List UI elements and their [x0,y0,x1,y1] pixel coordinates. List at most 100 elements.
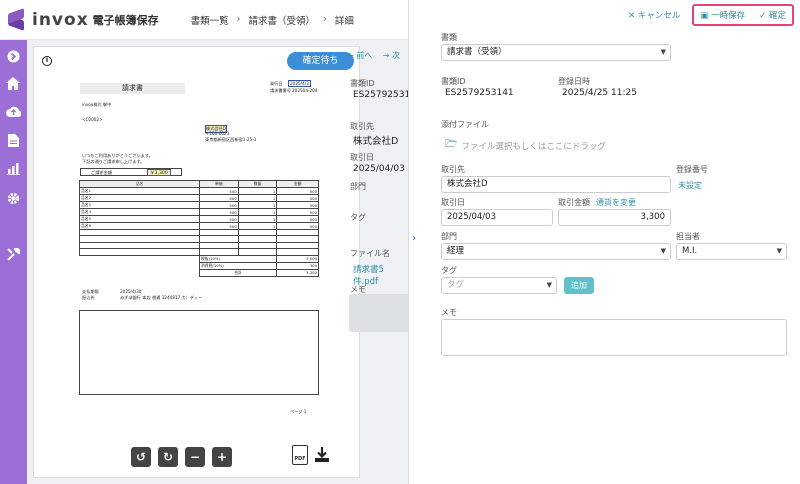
cloud-upload-icon[interactable] [5,103,21,119]
dept-select[interactable]: 経理 ▼ [441,243,671,260]
doc-subtotal: 3,000 [276,254,319,263]
doc-cell: 500 [199,187,239,195]
doc-code: <C0002> [82,117,103,122]
doc-cell: 500 [276,201,319,209]
doc-greeting-2: 下記の通りご請求申し上げます。 [82,159,145,164]
summary-dept-label: 部門 [350,182,366,191]
person-select[interactable]: M.I. ▼ [676,243,787,260]
date-input[interactable]: 2025/04/03 [441,209,553,226]
summary-partner-label: 取引先 [350,122,374,131]
partner-input[interactable]: 株式会社D [441,176,671,193]
attach-placeholder: ファイル選択もしくはここにドラッグ [461,141,606,152]
logo[interactable]: invox 電子帳簿保存 [6,7,159,31]
date-label: 取引日 [441,198,465,207]
temp-save-button[interactable]: ▣ 一時保存 [700,9,745,21]
info-icon[interactable]: i [42,56,52,66]
caret-down-icon: ▼ [660,48,666,56]
zoom-in-icon[interactable]: + [212,447,232,467]
cancel-button[interactable]: ✕ キャンセル [628,9,680,21]
doc-memo-box [79,310,319,395]
save-icon: ▣ [700,11,712,21]
attach-dropzone[interactable]: 🗁 ファイル選択もしくはここにドラッグ [445,137,606,154]
download-icon[interactable] [315,447,329,466]
summary-column: ← 前へ → 次 書類ID ES2579253141 取引先 株式会社D 取引日… [345,46,408,484]
pdf-icon[interactable]: PDF [292,445,308,465]
chart-icon[interactable] [5,161,21,177]
tag-placeholder: タグ [447,280,465,290]
doctype-select[interactable]: 請求書（受領） ▼ [441,44,671,61]
confirm-button[interactable]: ✓ 確定 [759,9,786,21]
partner-label: 取引先 [441,165,465,174]
tools-icon[interactable] [5,246,21,262]
docid-value: ES2579253141 [445,88,514,98]
breadcrumb-separator-icon: › [323,14,327,25]
memo-label: メモ [441,308,457,317]
reg-value: 2025/4/25 11:25 [562,88,637,98]
arrow-right-circle-icon[interactable] [5,48,21,64]
next-link[interactable]: → 次 [383,51,400,60]
doc-cell: 1 [237,194,278,202]
doc-cell: 500 [199,194,239,202]
doc-sender-addr: 東京都新宿区西新宿1-25-1 [205,137,257,142]
doc-col: 金額 [276,180,319,188]
doc-cell: 1 [237,187,278,195]
doc-page-number: ページ 1 [290,409,307,414]
add-tag-button[interactable]: 追加 [564,277,594,294]
panel-splitter[interactable]: › [408,0,426,484]
doc-cell: 500 [199,215,239,223]
doc-cell: 1 [237,201,278,209]
doc-col: 数量 [237,180,278,188]
summary-tag-label: タグ [350,213,366,222]
doc-cell: 500 [199,201,239,209]
person-value: M.I. [682,246,698,256]
doc-number-label: 請求書番号 [270,88,291,93]
doc-cell: 1 [237,215,278,223]
doc-tax-label: 消費税(10%) [198,261,278,270]
pdf-viewer: i 確定待ち 請求書 発行日 2025/4/3 請求書番号 202504-204… [33,46,360,478]
logo-icon [6,7,26,31]
caret-down-icon: ▼ [776,247,782,255]
doc-title: 請求書 [80,83,185,94]
doc-cell: 500 [276,215,319,223]
breadcrumb-item-invoice[interactable]: 請求書（受領） [248,13,315,27]
doc-cell: 500 [276,222,319,230]
home-icon[interactable] [5,75,21,91]
amount-label: 取引金額 [558,198,590,207]
form-actions: ✕ キャンセル ▣ 一時保存 ✓ 確定 [628,4,794,26]
gear-icon[interactable] [5,190,21,206]
doc-amount-label: ご請求金額 [91,170,112,175]
doc-cell: 品名6 [79,222,200,230]
confirm-label: 確定 [768,11,786,21]
doc-amount-box: ご請求金額 ￥3,300 [80,168,182,176]
temp-save-label: 一時保存 [711,11,746,21]
reg-label: 登録日時 [558,77,590,86]
sidebar [0,40,27,484]
zoom-out-icon[interactable]: − [185,447,205,467]
doc-recipient: invox株式 御中 [82,102,112,107]
viewer-toolbar: ↺ ↻ − + [131,447,232,467]
summary-memo-box [349,294,408,332]
amount-input[interactable]: 3,300 [558,209,671,226]
rotate-left-icon[interactable]: ↺ [131,447,151,467]
doc-cell: 500 [199,208,239,216]
highlighted-actions: ▣ 一時保存 ✓ 確定 [692,4,794,26]
invoice-document: 請求書 発行日 2025/4/3 請求書番号 202504-204 invox株… [74,67,324,422]
breadcrumb-item-detail: 詳細 [334,15,354,27]
doc-cell: 品名4 [79,208,200,216]
summary-docid: ES2579253141 [353,90,408,100]
doc-cell: 1 [237,222,278,230]
memo-textarea[interactable] [441,319,787,356]
doc-issue-label: 発行日 [270,81,283,86]
chevron-right-icon[interactable]: › [412,233,416,244]
doc-cell: 品名2 [79,194,200,202]
regno-value[interactable]: 未設定 [678,180,702,191]
doc-total-label: 合計 [198,268,278,277]
tag-select[interactable]: タグ ▼ [441,277,557,294]
breadcrumb-item-list[interactable]: 書類一覧 [191,13,229,27]
currency-link[interactable]: 通貨を変更 [596,197,636,208]
prev-link[interactable]: ← 前へ [347,51,372,60]
attach-label: 添付ファイル [441,120,489,129]
rotate-right-icon[interactable]: ↻ [158,447,178,467]
document-icon[interactable] [5,132,21,148]
doc-cell: 品名3 [79,201,200,209]
